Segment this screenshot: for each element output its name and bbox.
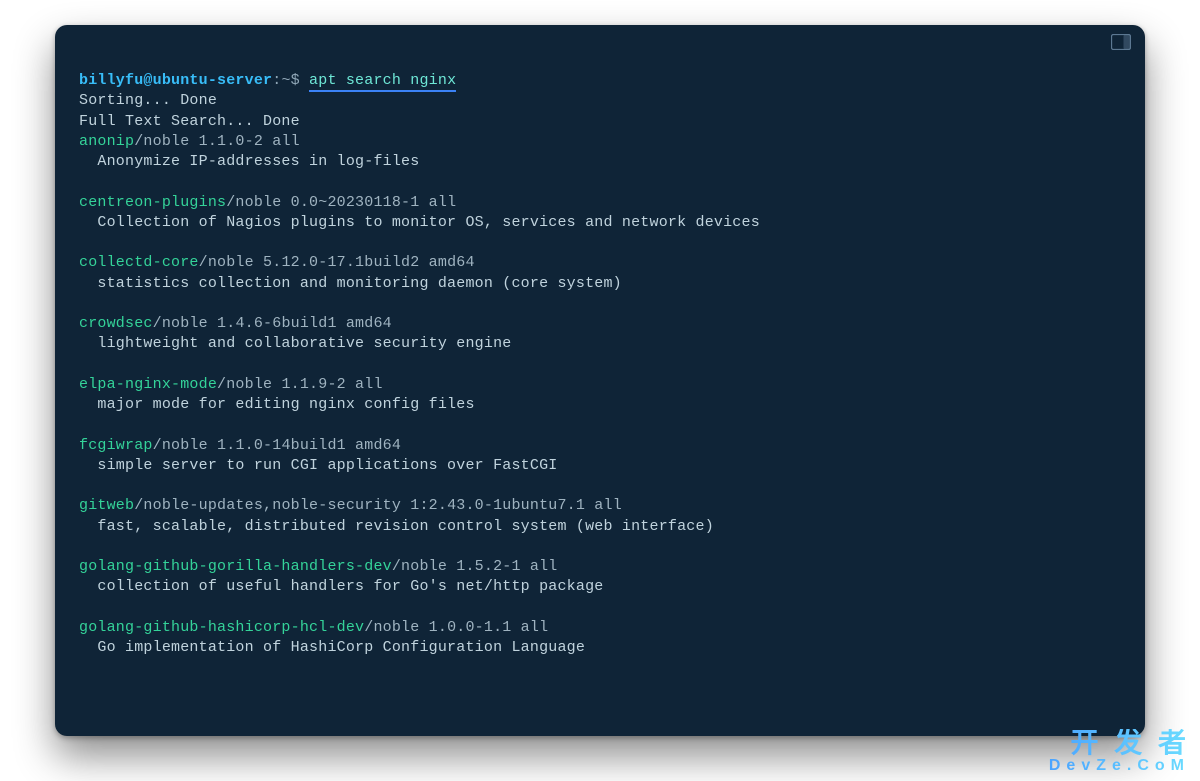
- package-description: Anonymize IP-addresses in log-files: [79, 152, 1121, 172]
- package-description: lightweight and collaborative security e…: [79, 334, 1121, 354]
- package-header: crowdsec/noble 1.4.6-6build1 amd64: [79, 314, 1121, 334]
- blank-line: [79, 233, 1121, 253]
- blank-line: [79, 355, 1121, 375]
- package-meta: /noble 1.1.9-2 all: [217, 376, 383, 393]
- blank-line: [79, 294, 1121, 314]
- package-header: elpa-nginx-mode/noble 1.1.9-2 all: [79, 375, 1121, 395]
- package-header: collectd-core/noble 5.12.0-17.1build2 am…: [79, 253, 1121, 273]
- package-description: statistics collection and monitoring dae…: [79, 274, 1121, 294]
- watermark-top: 开 发 者: [1049, 729, 1190, 757]
- output-line: Sorting... Done: [79, 91, 1121, 111]
- package-header: fcgiwrap/noble 1.1.0-14build1 amd64: [79, 436, 1121, 456]
- watermark: 开 发 者 DevZe.CoM: [1049, 729, 1190, 775]
- package-header: anonip/noble 1.1.0-2 all: [79, 132, 1121, 152]
- output-line: Full Text Search... Done: [79, 112, 1121, 132]
- package-name: golang-github-gorilla-handlers-dev: [79, 558, 392, 575]
- blank-line: [79, 537, 1121, 557]
- title-bar: [55, 25, 1145, 59]
- package-meta: /noble-updates,noble-security 1:2.43.0-1…: [134, 497, 622, 514]
- package-meta: /noble 1.1.0-2 all: [134, 133, 300, 150]
- blank-line: [79, 415, 1121, 435]
- package-meta: /noble 1.0.0-1.1 all: [364, 619, 548, 636]
- command-text: apt search nginx: [309, 72, 456, 92]
- package-name: crowdsec: [79, 315, 153, 332]
- blank-line: [79, 476, 1121, 496]
- terminal-window[interactable]: billyfu@ubuntu-server:~$ apt search ngin…: [55, 25, 1145, 736]
- package-meta: /noble 5.12.0-17.1build2 amd64: [199, 254, 475, 271]
- prompt-line: billyfu@ubuntu-server:~$ apt search ngin…: [79, 71, 1121, 91]
- package-meta: /noble 1.5.2-1 all: [392, 558, 558, 575]
- prompt-user-host: billyfu@ubuntu-server: [79, 72, 272, 89]
- package-description: simple server to run CGI applications ov…: [79, 456, 1121, 476]
- package-meta: /noble 1.4.6-6build1 amd64: [153, 315, 392, 332]
- package-name: centreon-plugins: [79, 194, 226, 211]
- package-description: fast, scalable, distributed revision con…: [79, 517, 1121, 537]
- package-name: collectd-core: [79, 254, 199, 271]
- package-name: golang-github-hashicorp-hcl-dev: [79, 619, 364, 636]
- package-name: anonip: [79, 133, 134, 150]
- panel-split-icon: [1111, 34, 1131, 50]
- package-description: Go implementation of HashiCorp Configura…: [79, 638, 1121, 658]
- package-header: golang-github-hashicorp-hcl-dev/noble 1.…: [79, 618, 1121, 638]
- package-header: centreon-plugins/noble 0.0~20230118-1 al…: [79, 193, 1121, 213]
- terminal-content[interactable]: billyfu@ubuntu-server:~$ apt search ngin…: [55, 59, 1145, 682]
- package-header: gitweb/noble-updates,noble-security 1:2.…: [79, 496, 1121, 516]
- package-meta: /noble 0.0~20230118-1 all: [226, 194, 456, 211]
- blank-line: [79, 172, 1121, 192]
- package-meta: /noble 1.1.0-14build1 amd64: [153, 437, 401, 454]
- package-name: fcgiwrap: [79, 437, 153, 454]
- prompt-cwd: ~: [281, 72, 290, 89]
- package-description: Collection of Nagios plugins to monitor …: [79, 213, 1121, 233]
- package-name: gitweb: [79, 497, 134, 514]
- package-header: golang-github-gorilla-handlers-dev/noble…: [79, 557, 1121, 577]
- prompt-dollar: $: [291, 72, 309, 89]
- watermark-bottom: DevZe.CoM: [1049, 757, 1190, 775]
- package-name: elpa-nginx-mode: [79, 376, 217, 393]
- package-description: major mode for editing nginx config file…: [79, 395, 1121, 415]
- blank-line: [79, 598, 1121, 618]
- package-description: collection of useful handlers for Go's n…: [79, 577, 1121, 597]
